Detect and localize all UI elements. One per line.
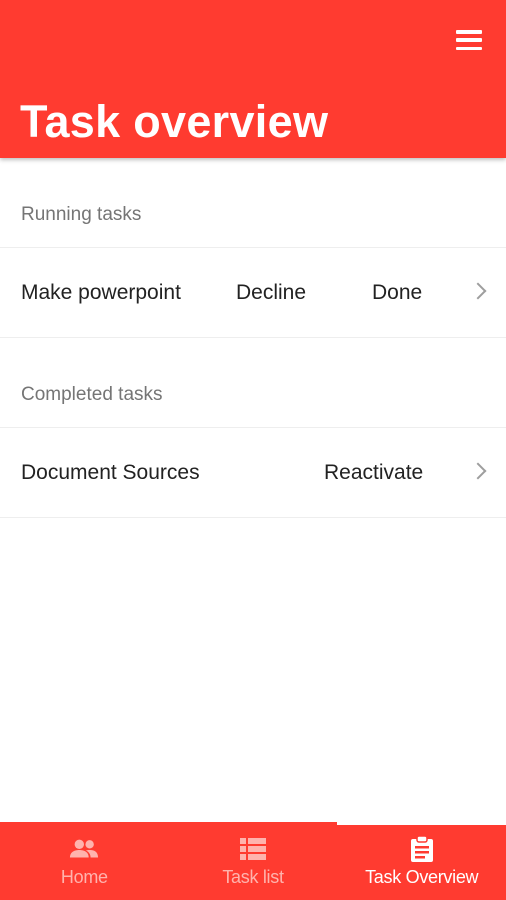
section-header-running: Running tasks bbox=[0, 158, 506, 248]
app-header: Task overview bbox=[0, 0, 506, 158]
nav-label-home: Home bbox=[60, 867, 108, 887]
people-icon bbox=[69, 836, 99, 862]
reactivate-button[interactable]: Reactivate bbox=[324, 461, 423, 485]
list-icon bbox=[238, 836, 268, 862]
section-header-completed: Completed tasks bbox=[0, 338, 506, 428]
clipboard-icon bbox=[407, 835, 437, 862]
task-name: Document Sources bbox=[21, 461, 200, 484]
app-root: Task overview Running tasks Make powerpo… bbox=[0, 0, 506, 900]
nav-item-task-list[interactable]: Task list bbox=[169, 822, 338, 900]
bottom-navigation: Home Task list Task Overview bbox=[0, 822, 506, 900]
hamburger-menu-icon[interactable] bbox=[454, 28, 484, 52]
decline-button[interactable]: Decline bbox=[236, 281, 306, 305]
chevron-right-icon[interactable] bbox=[469, 462, 487, 480]
nav-label-task-list: Task list bbox=[222, 867, 284, 887]
task-overview-content: Running tasks Make powerpoint Decline Do… bbox=[0, 158, 506, 518]
page-title: Task overview bbox=[20, 96, 329, 147]
task-name: Make powerpoint bbox=[21, 281, 181, 304]
task-row[interactable]: Make powerpoint Decline Done bbox=[0, 248, 506, 338]
done-button[interactable]: Done bbox=[372, 281, 422, 305]
task-row[interactable]: Document Sources Reactivate bbox=[0, 428, 506, 518]
chevron-right-icon[interactable] bbox=[469, 282, 487, 300]
nav-item-task-overview[interactable]: Task Overview bbox=[337, 822, 506, 900]
nav-item-home[interactable]: Home bbox=[0, 822, 169, 900]
nav-label-task-overview: Task Overview bbox=[365, 867, 479, 887]
